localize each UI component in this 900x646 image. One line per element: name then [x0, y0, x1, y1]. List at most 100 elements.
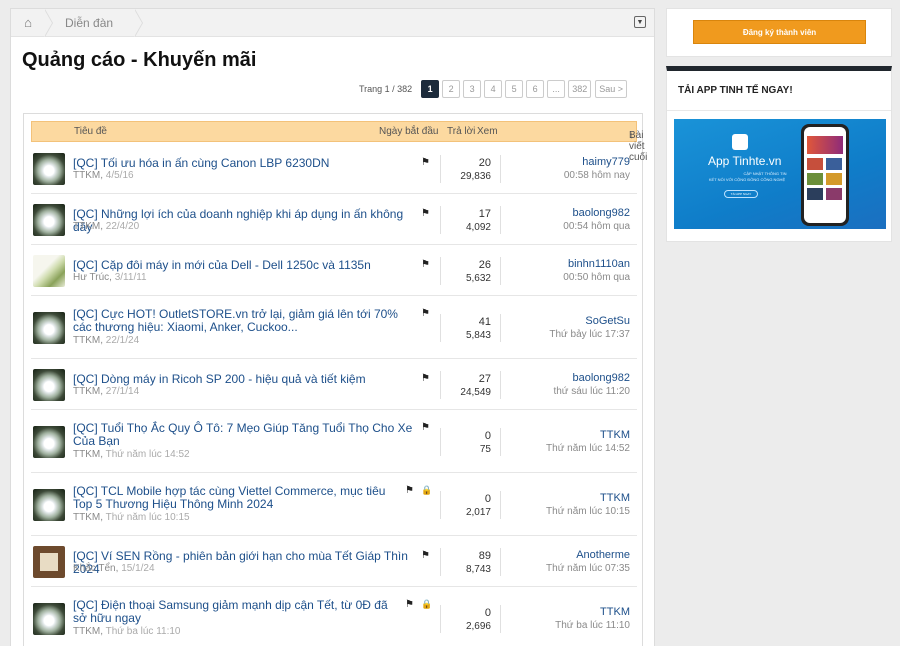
- thread-title-link[interactable]: [QC] Cực HOT! OutletSTORE.vn trở lại, gi…: [73, 308, 415, 334]
- view-count: 2,017: [465, 507, 491, 518]
- promo-download-button[interactable]: TẢI APP NGAY: [724, 190, 758, 198]
- last-post-user[interactable]: TTKM: [600, 492, 630, 504]
- tag-icon[interactable]: ⚑: [421, 373, 430, 384]
- thread-author[interactable]: TTKM: [73, 512, 100, 523]
- avatar[interactable]: [33, 489, 65, 521]
- avatar[interactable]: [33, 153, 65, 185]
- last-post-time[interactable]: Thứ ba lúc 11:10: [555, 620, 630, 631]
- view-count: 5,843: [465, 330, 491, 341]
- col-start-date[interactable]: Ngày bắt đầu: [379, 126, 439, 137]
- divider: [500, 155, 501, 183]
- tag-icon[interactable]: ⚑: [421, 157, 430, 168]
- promo-app-name: App Tinhte.vn: [708, 154, 782, 168]
- last-post-time[interactable]: 00:54 hôm qua: [563, 221, 630, 232]
- avatar[interactable]: [33, 255, 65, 287]
- thread-start-date: Thứ năm lúc 14:52: [105, 449, 190, 460]
- last-post-time[interactable]: Thứ năm lúc 14:52: [546, 443, 630, 454]
- thread-title-link[interactable]: [QC] TCL Mobile hợp tác cùng Viettel Com…: [73, 485, 399, 511]
- last-post-user[interactable]: baolong982: [572, 207, 630, 219]
- app-promo-banner[interactable]: App Tinhte.vn CẬP NHẬT THÔNG TIN KẾT NỐI…: [674, 119, 886, 229]
- collapse-icon[interactable]: ▼: [634, 16, 646, 28]
- thread-title-link[interactable]: [QC] Cặp đôi máy in mới của Dell - Dell …: [73, 259, 415, 272]
- col-views[interactable]: Xem: [477, 126, 498, 137]
- page-link-2[interactable]: 2: [442, 80, 461, 98]
- last-post-time[interactable]: Thứ năm lúc 10:15: [546, 506, 630, 517]
- last-post-user[interactable]: SoGetSu: [585, 315, 630, 327]
- divider: [440, 371, 441, 399]
- thread-author[interactable]: TTKM: [73, 170, 100, 181]
- page-link-last[interactable]: 382: [568, 80, 592, 98]
- page-link-4[interactable]: 4: [484, 80, 503, 98]
- view-count: 29,836: [460, 171, 491, 182]
- divider: [500, 491, 501, 519]
- divider: [440, 155, 441, 183]
- breadcrumb-home[interactable]: ⌂: [11, 9, 45, 36]
- reply-count: 89: [478, 550, 491, 562]
- phone-image: [801, 124, 849, 226]
- thread-title-link[interactable]: [QC] Điện thoại Samsung giảm mạnh dịp cậ…: [73, 599, 399, 625]
- breadcrumb-separator: [134, 9, 144, 37]
- thread-author[interactable]: TTKM: [73, 626, 100, 637]
- avatar[interactable]: [33, 603, 65, 635]
- tag-icon[interactable]: ⚑: [421, 308, 430, 319]
- col-replies[interactable]: Trả lời: [447, 126, 475, 137]
- thread-author[interactable]: Hư Trúc: [73, 272, 109, 283]
- thread-start-date: 3/11/11: [114, 272, 147, 283]
- breadcrumb: ⌂ Diễn đàn ▼: [11, 9, 654, 37]
- page-jump-ellipsis[interactable]: ...: [547, 80, 566, 98]
- divider: [440, 605, 441, 633]
- page-link-5[interactable]: 5: [505, 80, 524, 98]
- thread-row: [QC] Ví SEN Rồng - phiên bản giới hạn ch…: [31, 537, 637, 587]
- thread-row: [QC] Cặp đôi máy in mới của Dell - Dell …: [31, 246, 637, 296]
- thread-title-link[interactable]: [QC] Dòng máy in Ricoh SP 200 - hiệu quả…: [73, 373, 415, 386]
- avatar[interactable]: [33, 369, 65, 401]
- tag-icon[interactable]: ⚑: [421, 208, 430, 219]
- thread-meta: TTKM, 22/1/24: [73, 335, 140, 346]
- thread-author[interactable]: Khắc Tển: [73, 563, 116, 574]
- thread-meta: TTKM, Thứ năm lúc 10:15: [73, 512, 190, 523]
- avatar[interactable]: [33, 546, 65, 578]
- thread-author[interactable]: TTKM: [73, 449, 100, 460]
- last-post-time[interactable]: Thứ năm lúc 07:35: [546, 563, 630, 574]
- page-link-3[interactable]: 3: [463, 80, 482, 98]
- tag-icon[interactable]: ⚑: [421, 422, 430, 433]
- last-post-time[interactable]: 00:58 hôm nay: [564, 170, 630, 181]
- reply-count: 0: [484, 607, 491, 619]
- last-post-user[interactable]: TTKM: [600, 429, 630, 441]
- thread-start-date: 22/1/24: [105, 335, 140, 346]
- avatar[interactable]: [33, 312, 65, 344]
- col-title[interactable]: Tiêu đề: [74, 126, 107, 137]
- last-post-user[interactable]: binhn1110an: [568, 258, 630, 270]
- thread-author[interactable]: TTKM: [73, 386, 100, 397]
- breadcrumb-forum[interactable]: Diễn đàn: [53, 9, 135, 36]
- last-post-user[interactable]: baolong982: [572, 372, 630, 384]
- thread-start-date: Thứ ba lúc 11:10: [105, 626, 181, 637]
- tag-icon[interactable]: ⚑: [421, 550, 430, 561]
- page-link-6[interactable]: 6: [526, 80, 545, 98]
- divider: [500, 371, 501, 399]
- avatar[interactable]: [33, 204, 65, 236]
- thread-author[interactable]: TTKM: [73, 335, 100, 346]
- last-post-time[interactable]: thứ sáu lúc 11:20: [553, 386, 630, 397]
- next-page-button[interactable]: Sau >: [595, 80, 627, 98]
- tag-icon[interactable]: ⚑: [405, 599, 414, 610]
- register-button[interactable]: Đăng ký thành viên: [693, 20, 866, 44]
- divider: [440, 491, 441, 519]
- sort-arrow-icon: ↓: [629, 130, 634, 141]
- page-link-1[interactable]: 1: [421, 80, 440, 98]
- tag-icon[interactable]: ⚑: [405, 485, 414, 496]
- reply-count: 0: [484, 430, 491, 442]
- thread-title-link[interactable]: [QC] Tối ưu hóa in ấn cùng Canon LBP 623…: [73, 157, 415, 170]
- lock-icon: 🔒: [421, 485, 433, 495]
- last-post-user[interactable]: TTKM: [600, 606, 630, 618]
- last-post-user[interactable]: Anotherme: [576, 549, 630, 561]
- last-post-time[interactable]: 00:50 hôm qua: [563, 272, 630, 283]
- avatar[interactable]: [33, 426, 65, 458]
- home-icon: ⌂: [24, 15, 32, 30]
- last-post-user[interactable]: haimy779: [582, 156, 630, 168]
- last-post-time[interactable]: Thứ bảy lúc 17:37: [549, 329, 630, 340]
- tag-icon[interactable]: ⚑: [421, 259, 430, 270]
- thread-author[interactable]: TTKM: [73, 221, 100, 232]
- thread-row: [QC] TCL Mobile hợp tác cùng Viettel Com…: [31, 474, 637, 536]
- thread-title-link[interactable]: [QC] Tuổi Thọ Ắc Quy Ô Tô: 7 Mẹo Giúp Tă…: [73, 422, 415, 448]
